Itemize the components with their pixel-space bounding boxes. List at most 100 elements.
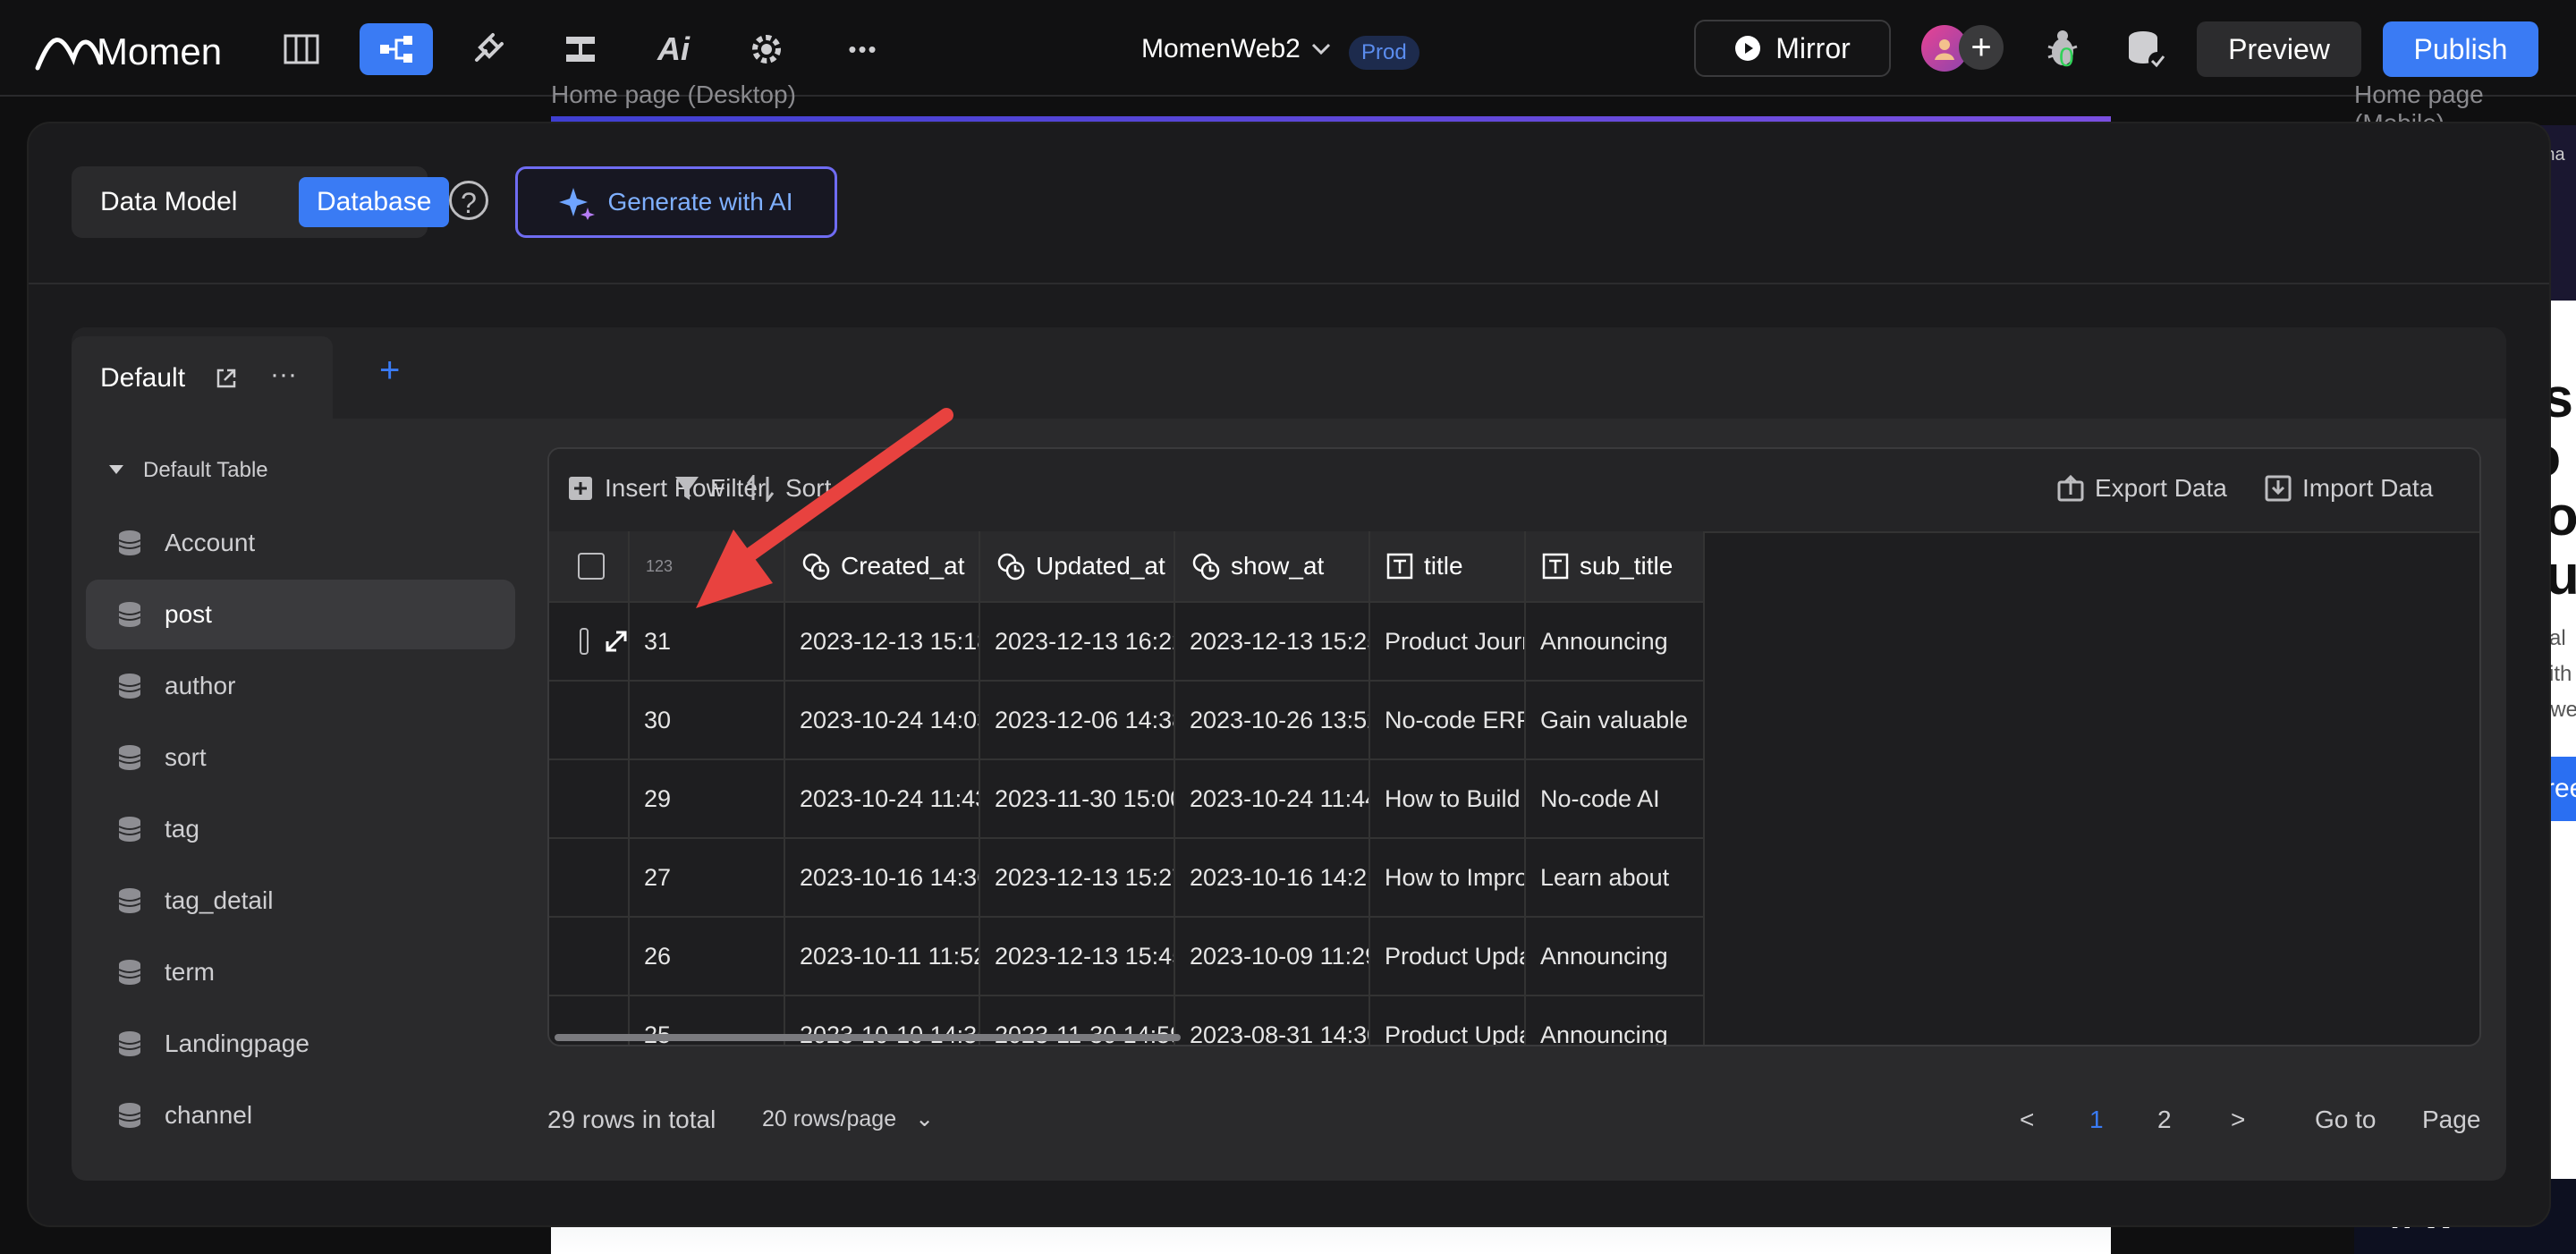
- database-icon: [118, 816, 141, 843]
- nav-settings-button[interactable]: [730, 23, 803, 75]
- table-cell[interactable]: Announcing: [1526, 918, 1705, 996]
- sort-button[interactable]: Sort: [746, 474, 831, 503]
- row-select-cell: [549, 682, 630, 760]
- nav-pages-button[interactable]: [265, 23, 338, 75]
- database-icon: [118, 530, 141, 556]
- column-header-sub-title[interactable]: sub_title: [1526, 531, 1705, 603]
- generate-with-ai-button[interactable]: Generate with AI: [515, 166, 837, 238]
- nav-actionflow-button[interactable]: [544, 23, 617, 75]
- sidebar-item-label: tag: [165, 815, 199, 843]
- table-cell[interactable]: Announcing: [1526, 603, 1705, 682]
- table-cell[interactable]: 2023-12-13 16:22:28: [980, 603, 1175, 682]
- table-cell[interactable]: 2023-10-09 11:29:17: [1175, 918, 1370, 996]
- page-1-button[interactable]: 1: [2089, 1106, 2104, 1134]
- export-data-button[interactable]: Export Data: [2057, 474, 2227, 503]
- tab-more-button[interactable]: ···: [270, 360, 297, 390]
- segment-database[interactable]: Database: [299, 177, 450, 227]
- table-cell[interactable]: Announcing: [1526, 996, 1705, 1045]
- sort-icon: [746, 475, 775, 502]
- table-cell[interactable]: Product Update - Version: [1370, 996, 1526, 1045]
- canvas-page-label-desktop[interactable]: Home page (Desktop): [551, 80, 796, 109]
- invite-collaborator-button[interactable]: +: [1959, 25, 2004, 70]
- sidebar-item-sort[interactable]: sort: [86, 723, 515, 792]
- column-header-id[interactable]: 123: [630, 531, 785, 603]
- prev-page-button[interactable]: <: [2020, 1106, 2034, 1134]
- page-2-button[interactable]: 2: [2157, 1106, 2172, 1134]
- sidebar-item-landingpage[interactable]: Landingpage: [86, 1009, 515, 1079]
- select-all-checkbox[interactable]: [578, 553, 605, 580]
- table-group-header[interactable]: Default Table: [109, 458, 268, 483]
- table-cell[interactable]: How to Improve AI Resp: [1370, 839, 1526, 918]
- table-cell[interactable]: 2023-10-26 13:52:53: [1175, 682, 1370, 760]
- rows-per-page-select[interactable]: 20 rows/page ⌄: [762, 1106, 934, 1132]
- table-cell[interactable]: Gain valuable: [1526, 682, 1705, 760]
- table-cell[interactable]: No-code AI: [1526, 760, 1705, 839]
- table-cell[interactable]: How to Build an AI App: [1370, 760, 1526, 839]
- table-cell[interactable]: 26: [630, 918, 785, 996]
- page-label: Page: [2422, 1106, 2481, 1133]
- table-cell[interactable]: Product Update - Version: [1370, 918, 1526, 996]
- sidebar-item-term[interactable]: term: [86, 937, 515, 1007]
- horizontal-scrollbar[interactable]: [555, 1034, 1181, 1041]
- publish-button[interactable]: Publish: [2383, 21, 2538, 77]
- table-cell[interactable]: 27: [630, 839, 785, 918]
- plus-square-icon: [567, 475, 594, 502]
- table-cell[interactable]: 29: [630, 760, 785, 839]
- column-header-updated-at[interactable]: Updated_at: [980, 531, 1175, 603]
- table-cell[interactable]: Learn about: [1526, 839, 1705, 918]
- column-header-created-at[interactable]: Created_at: [785, 531, 980, 603]
- table-cell[interactable]: Product Journal- Version: [1370, 603, 1526, 682]
- next-page-button[interactable]: >: [2231, 1106, 2245, 1134]
- help-icon[interactable]: ?: [449, 181, 488, 220]
- table-cell[interactable]: 2023-10-16 14:36:14: [785, 839, 980, 918]
- table-cell[interactable]: 2023-12-13 15:45:32: [980, 918, 1175, 996]
- momen-logo[interactable]: Momen: [34, 23, 231, 77]
- table-cell[interactable]: 2023-10-24 14:03:18: [785, 682, 980, 760]
- top-bar: Momen Ai ••• MomenWeb2 Prod Mirror + 0 P…: [0, 0, 2576, 97]
- import-icon: [2265, 475, 2292, 502]
- mirror-button[interactable]: Mirror: [1694, 20, 1891, 77]
- table-cell[interactable]: No-code ERP Success:: [1370, 682, 1526, 760]
- modal-toolbar: Data Model Database ? Generate with AI: [29, 123, 2549, 284]
- plug-icon: [470, 31, 505, 67]
- tab-default[interactable]: Default ···: [72, 336, 333, 419]
- table-cell[interactable]: 2023-12-06 14:38:39: [980, 682, 1175, 760]
- database-check-icon[interactable]: [2123, 27, 2170, 73]
- segment-data-model[interactable]: Data Model: [82, 177, 255, 227]
- table-cell[interactable]: 2023-12-13 15:18:02: [785, 603, 980, 682]
- table-cell[interactable]: 31: [630, 603, 785, 682]
- sidebar-item-post[interactable]: post: [86, 580, 515, 649]
- table-cell[interactable]: 2023-12-13 15:25:42: [1175, 603, 1370, 682]
- project-switcher[interactable]: MomenWeb2: [1141, 34, 1331, 64]
- preview-button[interactable]: Preview: [2197, 21, 2361, 77]
- table-cell[interactable]: 2023-10-11 11:52:25: [785, 918, 980, 996]
- chevron-down-icon: [1311, 43, 1331, 55]
- table-cell[interactable]: 30: [630, 682, 785, 760]
- table-cell[interactable]: 2023-11-30 15:00:31: [980, 760, 1175, 839]
- nav-data-model-button[interactable]: [360, 23, 433, 75]
- database-icon: [118, 959, 141, 986]
- sidebar-item-tag[interactable]: tag: [86, 794, 515, 864]
- table-cell[interactable]: 2023-08-31 14:30:04: [1175, 996, 1370, 1045]
- nav-plugins-button[interactable]: [451, 23, 524, 75]
- import-data-button[interactable]: Import Data: [2265, 474, 2433, 503]
- row-select-cell: [549, 918, 630, 996]
- expand-row-icon[interactable]: [605, 630, 628, 653]
- sidebar-item-account[interactable]: Account: [86, 508, 515, 578]
- table-cell[interactable]: 2023-10-16 14:21:02: [1175, 839, 1370, 918]
- nav-more-button[interactable]: •••: [826, 23, 900, 75]
- database-panel: Default ··· + Default Table Account post a…: [72, 327, 2506, 1181]
- add-tab-button[interactable]: +: [379, 351, 400, 391]
- table-cell[interactable]: 2023-10-24 11:43:53: [785, 760, 980, 839]
- column-header-show-at[interactable]: show_at: [1175, 531, 1370, 603]
- sidebar-item-label: Landingpage: [165, 1029, 309, 1057]
- column-header-title[interactable]: title: [1370, 531, 1526, 603]
- external-link-icon[interactable]: [215, 367, 238, 390]
- table-cell[interactable]: 2023-10-24 11:44:51: [1175, 760, 1370, 839]
- row-checkbox[interactable]: [580, 628, 589, 655]
- sidebar-item-author[interactable]: author: [86, 651, 515, 721]
- sidebar-item-channel[interactable]: channel: [86, 1080, 515, 1150]
- table-cell[interactable]: 2023-12-13 15:27:43: [980, 839, 1175, 918]
- nav-ai-button[interactable]: Ai: [637, 23, 710, 75]
- sidebar-item-tag_detail[interactable]: tag_detail: [86, 866, 515, 936]
